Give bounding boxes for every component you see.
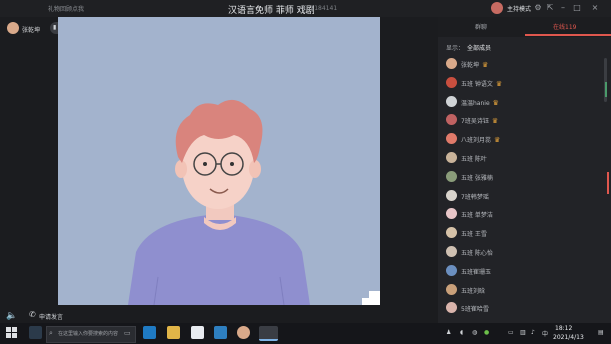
apply-speak-button[interactable]: 申请发言 [39, 312, 63, 321]
user-name: 五班 张雅楠 [461, 173, 493, 182]
user-name: 张乾坤 ♛ [461, 60, 488, 69]
presenter-illustration [128, 99, 310, 305]
user-name-text: 五班 陈叶 [461, 156, 487, 163]
phone-icon: ✆ [29, 310, 36, 319]
user-name-text: 五班 张雅楠 [461, 174, 493, 182]
avatar-app-icon[interactable] [237, 326, 250, 339]
crown-badge-icon: ♛ [495, 79, 503, 88]
gift-review-link[interactable]: 礼物回顾点我 [48, 4, 84, 13]
user-name: 5班崔哈雪 [461, 304, 489, 313]
user-name-text: 5班崔哈雪 [461, 306, 489, 314]
chrome-like-app-icon[interactable] [29, 326, 42, 339]
clock-time[interactable]: 18:12 [555, 325, 572, 332]
export-icon[interactable]: ⇱ [545, 3, 555, 13]
user-name-text: 五班 钟语文 [461, 80, 493, 88]
user-name-text: 7班韩梦瑶 [461, 193, 489, 201]
host-mode-label[interactable]: 主持模式 [507, 4, 531, 13]
settings-icon[interactable]: ⚙ [533, 3, 543, 13]
presenter-name: 张乾坤 [22, 27, 41, 34]
host-avatar[interactable] [491, 2, 503, 14]
user-name: 五班崔珊玉 [461, 267, 491, 276]
file-explorer-icon[interactable] [167, 326, 180, 339]
tray-volume-icon[interactable]: ♪ [531, 329, 535, 336]
user-name: 五班 王雪 [461, 229, 487, 238]
tab-group-chat[interactable]: 群聊 [475, 22, 487, 31]
photos-icon[interactable] [214, 326, 227, 339]
user-name: 五班 单梦洁 [461, 210, 493, 219]
user-avatar [446, 58, 457, 69]
user-avatar [446, 76, 457, 88]
start-button[interactable] [6, 327, 17, 338]
user-avatar [446, 170, 457, 182]
video-app-icon[interactable] [259, 326, 278, 341]
user-name-text: 温温hanie [461, 99, 490, 107]
room-id: ID:2184141 [302, 5, 338, 12]
scroll-marker-red [607, 172, 609, 194]
user-name: 五班刘晗 [461, 286, 485, 295]
user-name-text: 张乾坤 [461, 62, 480, 69]
user-avatar [446, 246, 457, 257]
user-name-text: 八班刘月蕊 [461, 137, 492, 145]
crown-badge-icon: ♛ [482, 61, 489, 69]
user-name: 八班刘月蕊 ♛ [461, 135, 500, 144]
tray-network-icon[interactable]: ▥ [520, 329, 526, 336]
user-name: 五班 陈心怡 [461, 248, 493, 257]
close-icon[interactable]: × [590, 3, 600, 13]
user-name-text: 五班 陈心怡 [461, 250, 493, 257]
user-name: 五班 陈叶 [461, 154, 487, 163]
user-name-text: 7班吴诗钰 [461, 118, 489, 126]
user-avatar [446, 283, 457, 295]
tray-person-icon[interactable]: ♟ [446, 329, 451, 336]
edge-icon[interactable] [143, 326, 156, 339]
presenter-avatar [7, 22, 19, 34]
user-name: 五班 钟语文 ♛ [461, 79, 502, 88]
user-name: 温温hanie ♛ [461, 98, 499, 107]
tab-online[interactable]: 在线119 [553, 22, 576, 31]
volume-icon[interactable]: 🔈 [6, 311, 17, 321]
user-name: 7班吴诗钰 ♛ [461, 116, 498, 125]
user-name-text: 五班刘晗 [461, 287, 486, 295]
search-icon: ⌕ [49, 329, 53, 337]
crown-badge-icon: ♛ [492, 98, 499, 107]
video-stream [58, 17, 380, 305]
search-placeholder: 在这里输入你要搜索的内容 [58, 331, 119, 337]
windows-icon [6, 327, 17, 338]
scroll-marker-green [605, 82, 607, 97]
user-avatar [446, 95, 457, 107]
user-avatar [446, 152, 457, 163]
notification-icon[interactable]: ▤ [598, 329, 604, 336]
crown-badge-icon: ♛ [491, 117, 499, 126]
user-name-text: 五班崔珊玉 [461, 268, 492, 276]
crown-badge-icon: ♛ [494, 136, 501, 145]
maximize-icon[interactable]: □ [572, 3, 582, 13]
minimize-icon[interactable]: – [558, 3, 568, 13]
tray-language[interactable]: 中 [542, 329, 548, 338]
user-name-text: 五班 王雪 [461, 231, 487, 239]
active-tab-indicator [525, 34, 611, 36]
clock-date[interactable]: 2021/4/13 [553, 334, 584, 341]
user-name-text: 五班 单梦洁 [461, 212, 493, 220]
tray-battery-icon[interactable]: ▭ [508, 329, 514, 336]
corner-resize-icon [362, 290, 380, 305]
tray-chat-icon[interactable]: ◍ [472, 329, 477, 336]
notes-icon[interactable] [191, 326, 204, 339]
tray-bell-icon[interactable]: ◖ [460, 329, 463, 336]
user-avatar [446, 189, 457, 201]
filter-label: 显示： [446, 45, 465, 52]
filter-dropdown[interactable]: 全部成员 [467, 43, 491, 52]
mic-icon: ▮ [53, 24, 57, 31]
user-name: 7班韩梦瑶 [461, 192, 489, 201]
tray-green-icon[interactable]: ● [484, 329, 489, 336]
camera-icon[interactable]: ▭ [124, 329, 131, 337]
user-avatar [446, 264, 457, 276]
